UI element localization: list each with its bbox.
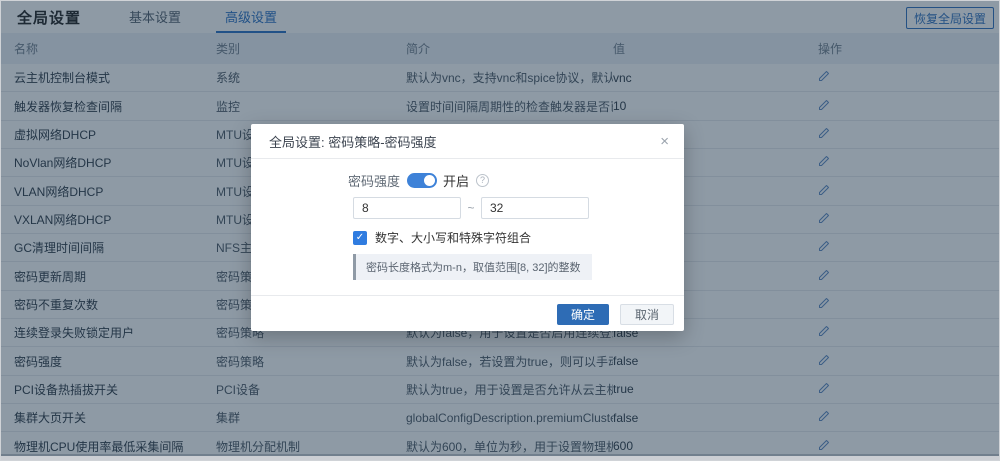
- cancel-button[interactable]: 取消: [620, 304, 674, 325]
- close-icon[interactable]: ×: [655, 132, 674, 151]
- min-length-input[interactable]: [353, 197, 461, 219]
- charset-checkbox-row: ✓ 数字、大小写和特殊字符组合: [353, 230, 684, 245]
- checkbox-label: 数字、大小写和特殊字符组合: [375, 229, 531, 246]
- password-strength-dialog: 全局设置: 密码策略-密码强度 × 密码强度 开启 ? ~ ✓ 数字、大小写和特…: [251, 124, 684, 331]
- length-range-row: ~: [353, 197, 684, 219]
- ok-button[interactable]: 确定: [557, 304, 609, 325]
- dialog-header: 全局设置: 密码策略-密码强度 ×: [251, 124, 684, 159]
- app-window: 全局设置 基本设置 高级设置 恢复全局设置 名称类别简介值操作 云主机控制台模式…: [0, 0, 1000, 461]
- checkbox-checked-icon[interactable]: ✓: [353, 231, 367, 245]
- help-icon[interactable]: ?: [476, 174, 489, 187]
- range-separator: ~: [461, 201, 481, 215]
- length-format-note: 密码长度格式为m-n，取值范围[8, 32]的整数: [353, 254, 592, 280]
- strength-label: 密码强度: [348, 171, 400, 190]
- dialog-footer: 确定 取消: [251, 295, 684, 333]
- dialog-title: 全局设置: 密码策略-密码强度: [269, 132, 655, 151]
- strength-toggle-row: 密码强度 开启 ?: [353, 172, 684, 188]
- max-length-input[interactable]: [481, 197, 589, 219]
- strength-toggle[interactable]: [407, 173, 437, 188]
- dialog-body: 密码强度 开启 ? ~ ✓ 数字、大小写和特殊字符组合 密码长度格式为m-n，取…: [251, 172, 684, 280]
- toggle-state-label: 开启: [443, 171, 469, 190]
